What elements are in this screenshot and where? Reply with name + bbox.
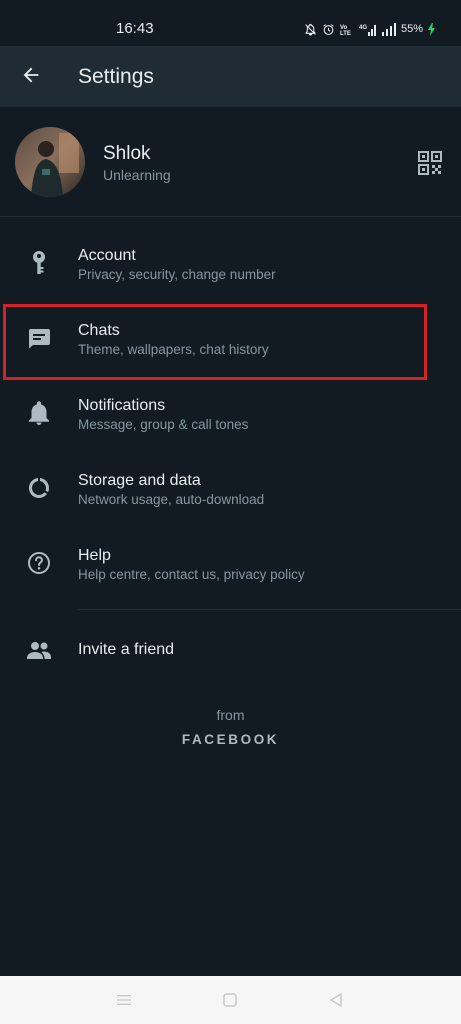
app-bar: Settings — [0, 46, 461, 107]
back-triangle-icon[interactable] — [324, 988, 348, 1012]
settings-item-storage[interactable]: Storage and data Network usage, auto-dow… — [0, 451, 461, 526]
back-button[interactable] — [14, 60, 48, 94]
settings-item-title: Notifications — [78, 397, 166, 414]
people-icon — [24, 635, 54, 665]
page-title: Settings — [78, 65, 154, 88]
status-time: 16:43 — [116, 20, 154, 37]
profile-name: Shlok — [103, 143, 151, 164]
svg-text:LTE: LTE — [340, 31, 351, 36]
settings-item-subtitle: Theme, wallpapers, chat history — [78, 342, 269, 357]
invite-friend-item[interactable]: Invite a friend — [0, 620, 461, 680]
svg-text:4G: 4G — [359, 25, 367, 31]
settings-item-subtitle: Message, group & call tones — [78, 417, 249, 432]
settings-item-title: Storage and data — [78, 472, 201, 489]
key-icon — [24, 248, 54, 278]
help-divider — [78, 609, 461, 610]
settings-item-notifications[interactable]: Notifications Message, group & call tone… — [0, 376, 461, 451]
alarm-icon — [322, 23, 335, 36]
brand-label: FACEBOOK — [181, 732, 280, 747]
chat-icon — [24, 323, 54, 353]
help-icon — [24, 548, 54, 578]
settings-item-account[interactable]: Account Privacy, security, change number — [0, 226, 461, 301]
profile-divider — [0, 216, 461, 217]
status-bar: 16:43 Vo LTE 4G 55% — [0, 0, 461, 46]
settings-list: Account Privacy, security, change number… — [0, 226, 461, 601]
settings-screen: 16:43 Vo LTE 4G 55% Settings Shlok Unlea… — [0, 0, 461, 1024]
battery-level: 55% — [400, 23, 423, 35]
signal-icon — [381, 22, 396, 36]
settings-item-subtitle: Privacy, security, change number — [78, 267, 276, 282]
mute-bell-icon — [304, 23, 317, 36]
from-label: from — [216, 707, 245, 723]
invite-friend-label: Invite a friend — [78, 641, 175, 658]
qr-code-icon — [418, 150, 442, 180]
menu-icon[interactable] — [112, 988, 136, 1012]
settings-item-chats[interactable]: Chats Theme, wallpapers, chat history — [0, 301, 461, 376]
profile-row[interactable]: Shlok Unlearning — [0, 107, 461, 216]
bell-icon — [24, 398, 54, 428]
avatar[interactable] — [15, 127, 85, 197]
profile-status: Unlearning — [103, 167, 171, 183]
status-icons: Vo LTE 4G 55% — [304, 20, 435, 38]
storage-icon — [24, 473, 54, 503]
settings-item-title: Help — [78, 547, 111, 564]
4g-signal-icon: 4G — [359, 23, 377, 36]
settings-item-title: Account — [78, 247, 136, 264]
battery-charging-icon — [428, 22, 435, 36]
settings-item-help[interactable]: Help Help centre, contact us, privacy po… — [0, 526, 461, 601]
settings-item-title: Chats — [78, 322, 120, 339]
settings-item-subtitle: Network usage, auto-download — [78, 492, 265, 507]
system-nav-bar — [0, 976, 461, 1024]
volte-icon: Vo LTE — [340, 23, 354, 36]
qr-code-button[interactable] — [412, 147, 448, 183]
home-icon[interactable] — [218, 988, 242, 1012]
settings-item-subtitle: Help centre, contact us, privacy policy — [78, 567, 305, 582]
arrow-left-icon — [20, 64, 42, 91]
